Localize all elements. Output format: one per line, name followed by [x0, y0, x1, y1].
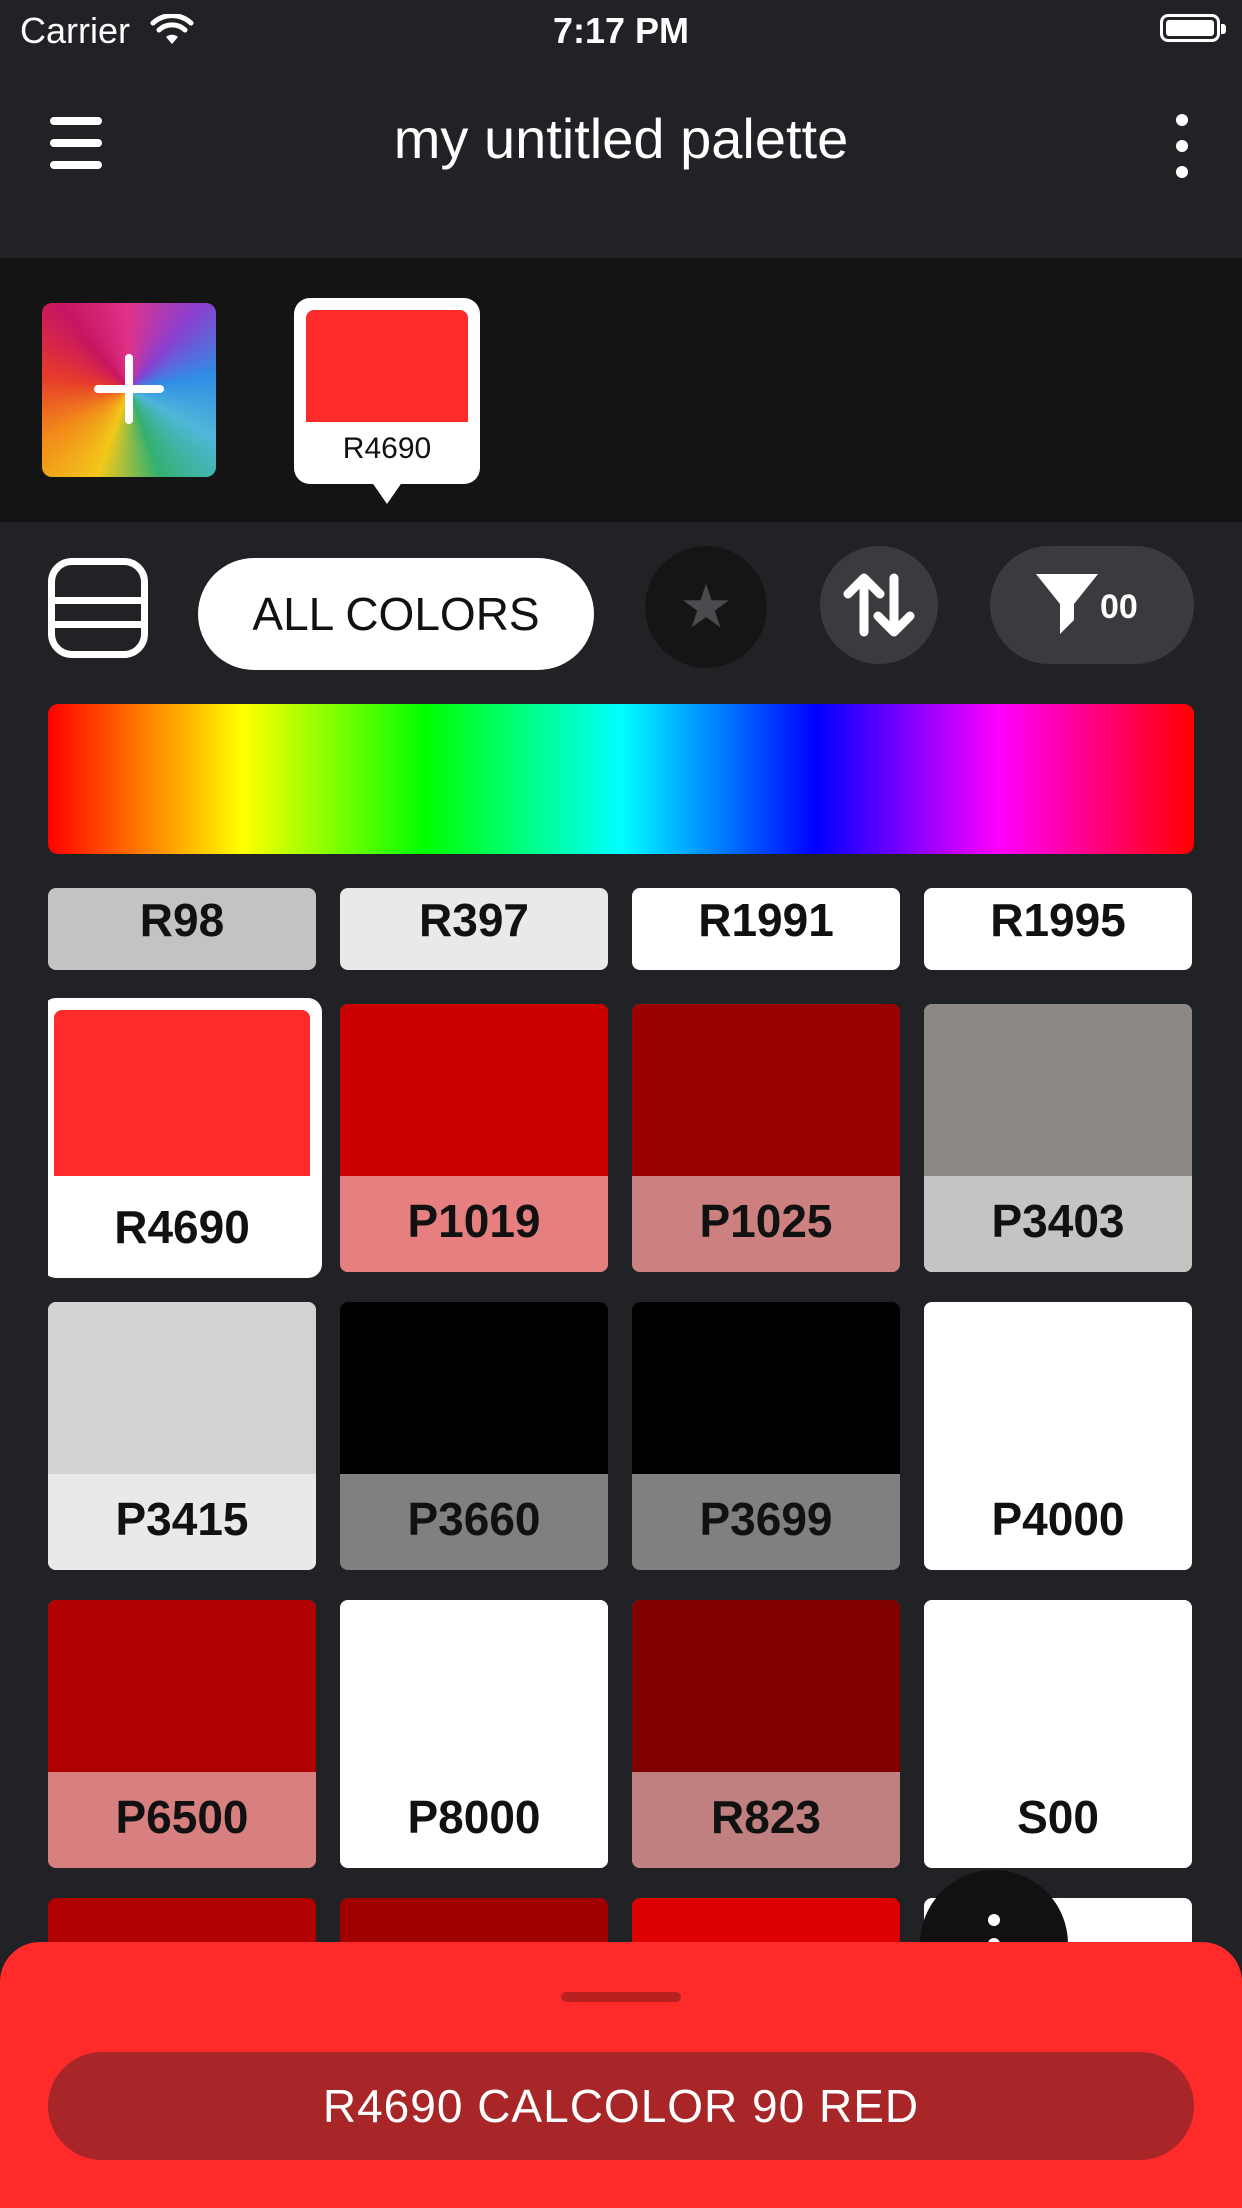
- color-cell[interactable]: P1019: [340, 1004, 608, 1272]
- color-cell[interactable]: R823: [632, 1600, 900, 1868]
- color-cell-label: R98: [139, 894, 225, 946]
- color-cell-label: P3403: [924, 1176, 1192, 1272]
- palette-color-label: R4690: [342, 432, 432, 465]
- favorites-star-icon[interactable]: ★: [645, 546, 767, 668]
- status-bar: Carrier 7:17 PM: [0, 0, 1242, 62]
- sort-arrows-icon: [843, 573, 915, 637]
- palette-color-chip[interactable]: R4690: [294, 298, 480, 504]
- hue-spectrum-slider[interactable]: [48, 704, 1194, 854]
- color-cell[interactable]: R397: [340, 888, 608, 970]
- color-cell-label: R4690: [114, 1201, 250, 1253]
- color-cell-swatch: [924, 1302, 1192, 1474]
- color-cell-label: P6500: [48, 1772, 316, 1868]
- color-cell[interactable]: [632, 1898, 900, 1948]
- color-cell-label: R397: [419, 894, 529, 946]
- palette-color-swatch: [306, 310, 468, 422]
- color-grid: R98 R397 R1991 R1995 R4690 P1019 P1025 P3403 P34…: [48, 888, 1194, 1948]
- selected-color-name[interactable]: R4690 CALCOLOR 90 RED: [48, 2052, 1194, 2160]
- color-cell-swatch: [632, 1600, 900, 1772]
- color-cell-swatch: [54, 1010, 310, 1176]
- bottom-sheet: R4690 CALCOLOR 90 RED: [0, 1942, 1242, 2208]
- color-cell-label: P3699: [632, 1474, 900, 1570]
- nav-bar: my untitled palette: [0, 62, 1242, 258]
- selected-pointer: [369, 478, 405, 504]
- color-cell[interactable]: R1995: [924, 888, 1192, 970]
- color-cell[interactable]: P6500: [48, 1600, 316, 1868]
- color-cell[interactable]: [48, 1898, 316, 1948]
- color-cell-label: P8000: [340, 1772, 608, 1868]
- filter-button[interactable]: 00: [990, 546, 1194, 664]
- color-cell-label: P4000: [924, 1474, 1192, 1570]
- color-cell[interactable]: [340, 1898, 608, 1948]
- color-cell-label: R1991: [698, 894, 834, 946]
- color-cell[interactable]: P8000: [340, 1600, 608, 1868]
- color-cell-swatch: [632, 1004, 900, 1176]
- color-cell[interactable]: P3415: [48, 1302, 316, 1570]
- color-cell[interactable]: P1025: [632, 1004, 900, 1272]
- color-cell-label: P1019: [340, 1176, 608, 1272]
- more-options-icon[interactable]: [1162, 114, 1202, 178]
- color-cell[interactable]: R98: [48, 888, 316, 970]
- color-cell-label: R1995: [990, 894, 1126, 946]
- color-cell-label: P1025: [632, 1176, 900, 1272]
- color-cell[interactable]: R1991: [632, 888, 900, 970]
- color-cell-swatch: [48, 1302, 316, 1474]
- color-cell-label: S00: [924, 1772, 1192, 1868]
- battery-icon: [1160, 14, 1226, 42]
- color-cell-swatch: [340, 1600, 608, 1772]
- all-colors-button[interactable]: ALL COLORS: [198, 558, 594, 670]
- palette-strip: R4690: [0, 258, 1242, 522]
- sort-button[interactable]: [820, 546, 938, 664]
- color-cell-selected[interactable]: R4690: [48, 998, 322, 1278]
- color-cell[interactable]: P3660: [340, 1302, 608, 1570]
- funnel-icon: [1036, 574, 1098, 634]
- color-cell[interactable]: S00: [924, 1600, 1192, 1868]
- color-cell[interactable]: P3699: [632, 1302, 900, 1570]
- add-color-button[interactable]: [42, 303, 216, 477]
- color-cell[interactable]: P4000: [924, 1302, 1192, 1570]
- color-cell-swatch: [632, 1302, 900, 1474]
- color-cell-label: R823: [632, 1772, 900, 1868]
- color-cell-swatch: [340, 1302, 608, 1474]
- color-cell-swatch: [340, 1004, 608, 1176]
- sheet-handle[interactable]: [561, 1992, 681, 2002]
- color-cell[interactable]: P3403: [924, 1004, 1192, 1272]
- clock: 7:17 PM: [552, 10, 690, 51]
- layout-toggle-icon[interactable]: [48, 558, 148, 658]
- page-title: my untitled palette: [393, 107, 849, 170]
- color-cell-swatch: [48, 1600, 316, 1772]
- color-cell-swatch: [924, 1004, 1192, 1176]
- color-cell-swatch: [924, 1600, 1192, 1772]
- filter-count: 00: [1100, 588, 1138, 626]
- color-cell-label: P3415: [48, 1474, 316, 1570]
- color-cell-label: P3660: [340, 1474, 608, 1570]
- filter-bar: ALL COLORS ★ 00: [0, 522, 1242, 692]
